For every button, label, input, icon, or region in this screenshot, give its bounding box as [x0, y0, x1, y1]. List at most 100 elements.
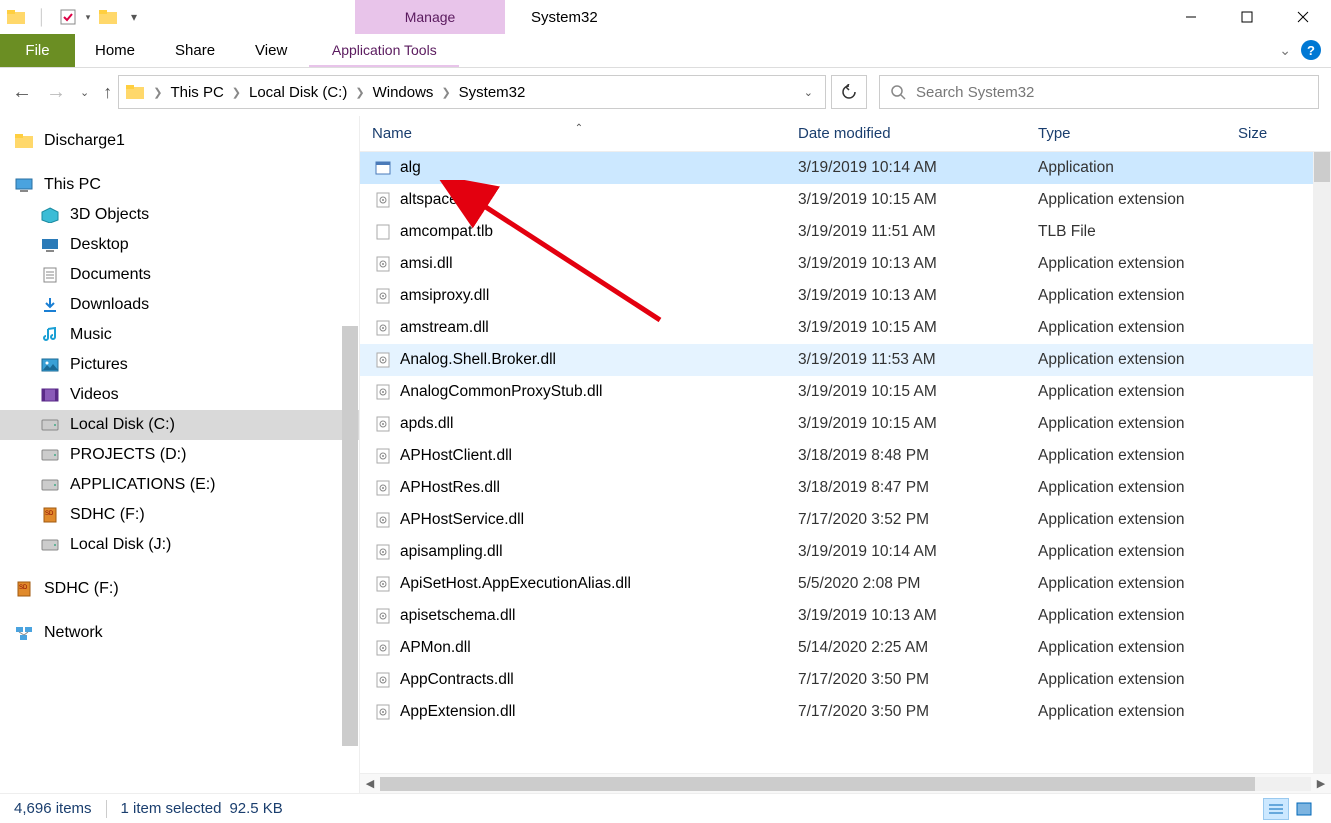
tree-item[interactable]: SDSDHC (F:) [0, 500, 359, 530]
file-type: Application extension [1038, 543, 1238, 561]
file-row[interactable]: amsi.dll3/19/2019 10:13 AMApplication ex… [360, 248, 1313, 280]
vertical-scrollbar[interactable] [1313, 152, 1331, 773]
file-row[interactable]: apds.dll3/19/2019 10:15 AMApplication ex… [360, 408, 1313, 440]
sidebar-scrollbar[interactable] [341, 116, 359, 793]
tree-item[interactable]: APPLICATIONS (E:) [0, 470, 359, 500]
file-list[interactable]: alg3/19/2019 10:14 AMApplicationaltspace… [360, 152, 1313, 773]
breadcrumb-item[interactable]: This PC [170, 84, 223, 101]
breadcrumb-sep-icon[interactable]: ❯ [351, 86, 368, 99]
tab-view[interactable]: View [235, 34, 307, 67]
tree-item[interactable]: Local Disk (J:) [0, 530, 359, 560]
tree-item-network[interactable]: Network [0, 618, 359, 648]
tab-share[interactable]: Share [155, 34, 235, 67]
file-type-icon [374, 671, 392, 689]
column-header-size[interactable]: Size [1238, 125, 1331, 142]
thumbnails-view-button[interactable] [1291, 798, 1317, 820]
tree-item[interactable]: 3D Objects [0, 200, 359, 230]
tree-item-drive[interactable]: SD SDHC (F:) [0, 574, 359, 604]
file-type-icon [374, 159, 392, 177]
navigation-pane[interactable]: Discharge1 This PC 3D ObjectsDesktopDocu… [0, 116, 360, 793]
file-row[interactable]: AppContracts.dll7/17/2020 3:50 PMApplica… [360, 664, 1313, 696]
file-type-icon [374, 287, 392, 305]
file-row[interactable]: altspace.dll3/19/2019 10:15 AMApplicatio… [360, 184, 1313, 216]
search-box[interactable] [879, 75, 1319, 109]
file-date: 3/19/2019 11:53 AM [798, 351, 1038, 369]
file-row[interactable]: AnalogCommonProxyStub.dll3/19/2019 10:15… [360, 376, 1313, 408]
qat-dropdown-icon[interactable]: ▾ [122, 5, 146, 29]
tree-item[interactable]: Videos [0, 380, 359, 410]
details-view-button[interactable] [1263, 798, 1289, 820]
file-type-icon [374, 319, 392, 337]
breadcrumb-item[interactable]: Windows [373, 84, 434, 101]
tree-item-thispc[interactable]: This PC [0, 170, 359, 200]
breadcrumb-item[interactable]: Local Disk (C:) [249, 84, 347, 101]
file-row[interactable]: apisetschema.dll3/19/2019 10:13 AMApplic… [360, 600, 1313, 632]
nav-up-button[interactable]: ↑ [103, 82, 112, 103]
column-header-name[interactable]: Name ⌃ [360, 125, 798, 142]
pc-icon [14, 176, 34, 194]
file-name: APHostClient.dll [400, 447, 512, 465]
tree-item[interactable]: Pictures [0, 350, 359, 380]
tree-icon [40, 386, 60, 404]
properties-icon[interactable] [56, 5, 80, 29]
file-type-icon [374, 191, 392, 209]
file-row[interactable]: alg3/19/2019 10:14 AMApplication [360, 152, 1313, 184]
tree-icon [40, 236, 60, 254]
nav-history-dropdown[interactable]: ⌄ [80, 86, 89, 99]
tree-item[interactable]: Music [0, 320, 359, 350]
file-row[interactable]: AppExtension.dll7/17/2020 3:50 PMApplica… [360, 696, 1313, 728]
file-row[interactable]: ApiSetHost.AppExecutionAlias.dll5/5/2020… [360, 568, 1313, 600]
tree-item[interactable]: PROJECTS (D:) [0, 440, 359, 470]
tree-item[interactable]: Documents [0, 260, 359, 290]
maximize-button[interactable] [1219, 0, 1275, 34]
new-folder-icon[interactable] [96, 5, 120, 29]
breadcrumb[interactable]: ❯ This PC ❯ Local Disk (C:) ❯ Windows ❯ … [118, 75, 826, 109]
scroll-left-icon[interactable]: ◀ [360, 777, 380, 790]
file-view: Name ⌃ Date modified Type Size alg3/19/2… [360, 116, 1331, 793]
file-type: Application extension [1038, 319, 1238, 337]
file-row[interactable]: APHostClient.dll3/18/2019 8:48 PMApplica… [360, 440, 1313, 472]
file-row[interactable]: APHostService.dll7/17/2020 3:52 PMApplic… [360, 504, 1313, 536]
breadcrumb-item[interactable]: System32 [459, 84, 526, 101]
breadcrumb-sep-icon[interactable]: ❯ [228, 86, 245, 99]
tree-item[interactable]: Desktop [0, 230, 359, 260]
nav-back-button[interactable]: ← [12, 81, 32, 104]
horizontal-scrollbar[interactable]: ◀ ▶ [360, 773, 1331, 793]
status-selection: 1 item selected [121, 800, 222, 817]
tree-item[interactable]: Local Disk (C:) [0, 410, 359, 440]
file-row[interactable]: amcompat.tlb3/19/2019 11:51 AMTLB File [360, 216, 1313, 248]
help-icon[interactable]: ? [1301, 40, 1321, 60]
breadcrumb-sep-icon[interactable]: ❯ [437, 86, 454, 99]
breadcrumb-sep-icon[interactable]: ❯ [149, 86, 166, 99]
tree-icon [40, 446, 60, 464]
chevron-down-icon[interactable]: ▾ [82, 5, 94, 29]
file-row[interactable]: apisampling.dll3/19/2019 10:14 AMApplica… [360, 536, 1313, 568]
minimize-button[interactable] [1163, 0, 1219, 34]
tab-application-tools[interactable]: Application Tools [309, 34, 459, 67]
nav-forward-button[interactable]: → [46, 81, 66, 104]
search-icon [890, 84, 906, 100]
contextual-tab-manage[interactable]: Manage [355, 0, 505, 34]
refresh-button[interactable] [831, 75, 867, 109]
column-header-type[interactable]: Type [1038, 125, 1238, 142]
file-row[interactable]: amsiproxy.dll3/19/2019 10:13 AMApplicati… [360, 280, 1313, 312]
close-button[interactable] [1275, 0, 1331, 34]
file-row[interactable]: APMon.dll5/14/2020 2:25 AMApplication ex… [360, 632, 1313, 664]
tree-item[interactable]: Downloads [0, 290, 359, 320]
file-name: apds.dll [400, 415, 453, 433]
ribbon-expand-icon[interactable]: ⌄ [1279, 42, 1291, 59]
file-date: 3/18/2019 8:47 PM [798, 479, 1038, 497]
file-name: amsiproxy.dll [400, 287, 489, 305]
file-row[interactable]: Analog.Shell.Broker.dll3/19/2019 11:53 A… [360, 344, 1313, 376]
search-input[interactable] [916, 84, 1308, 101]
window-title: System32 [515, 0, 614, 34]
tree-item-discharge[interactable]: Discharge1 [0, 126, 359, 156]
file-type: Application extension [1038, 639, 1238, 657]
scroll-right-icon[interactable]: ▶ [1311, 777, 1331, 790]
file-row[interactable]: APHostRes.dll3/18/2019 8:47 PMApplicatio… [360, 472, 1313, 504]
column-header-date[interactable]: Date modified [798, 125, 1038, 142]
file-row[interactable]: amstream.dll3/19/2019 10:15 AMApplicatio… [360, 312, 1313, 344]
tab-home[interactable]: Home [75, 34, 155, 67]
file-tab[interactable]: File [0, 34, 75, 67]
breadcrumb-dropdown-icon[interactable]: ⌄ [798, 86, 819, 99]
